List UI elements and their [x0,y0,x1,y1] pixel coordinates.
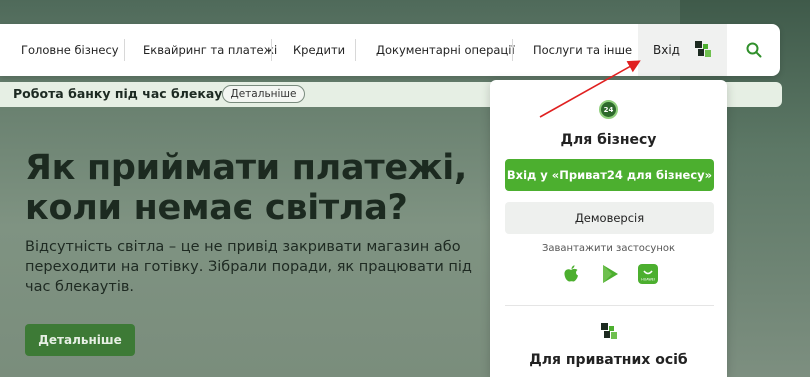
business-login-button[interactable]: Вхід у «Приват24 для бізнесу» [505,159,714,191]
nav-divider [271,39,272,61]
notice-details-button[interactable]: Детальніше [222,85,305,103]
nav-divider [512,39,513,61]
privat-logo-icon [694,40,712,61]
svg-text:HUAWEI: HUAWEI [641,278,655,282]
huawei-appgallery-icon[interactable]: HUAWEI [637,263,659,285]
demo-button[interactable]: Демоверсія [505,202,714,234]
privat24-badge-icon: 24 [599,100,618,119]
top-navigation: Головне бізнесу Еквайринг та платежі Кре… [0,24,780,76]
google-play-icon[interactable] [599,263,621,285]
business-heading: Для бізнесу [560,132,657,148]
nav-item-documentary[interactable]: Документарні операції [376,24,515,76]
nav-item-main[interactable]: Головне бізнесу [21,24,119,76]
panel-divider [505,305,714,306]
hero-details-button[interactable]: Детальніше [25,324,135,356]
hero-title-line: Як приймати платежі, [25,148,467,188]
hero-title: Як приймати платежі, коли немає світла? [25,148,485,228]
apple-icon[interactable] [560,263,582,285]
nav-item-credits[interactable]: Кредити [293,24,345,76]
notice-text: Робота банку під час блекауту [13,86,238,101]
search-icon[interactable] [744,40,764,60]
private-heading: Для приватних осіб [529,352,688,368]
download-app-label: Завантажити застосунок [541,243,676,254]
login-dropdown-panel: 24 Для бізнесу Вхід у «Приват24 для бізн… [490,80,727,377]
login-label: Вхід [653,43,680,57]
hero-description: Відсутність світла – це не привід закрив… [25,239,472,295]
login-button[interactable]: Вхід [638,24,727,76]
nav-divider [124,39,125,61]
privat-logo-icon [600,322,618,344]
nav-item-services[interactable]: Послуги та інше [533,24,632,76]
hero-title-line: коли немає світла? [25,188,408,228]
nav-item-acquiring[interactable]: Еквайринг та платежі [143,24,277,76]
nav-divider [355,39,356,61]
